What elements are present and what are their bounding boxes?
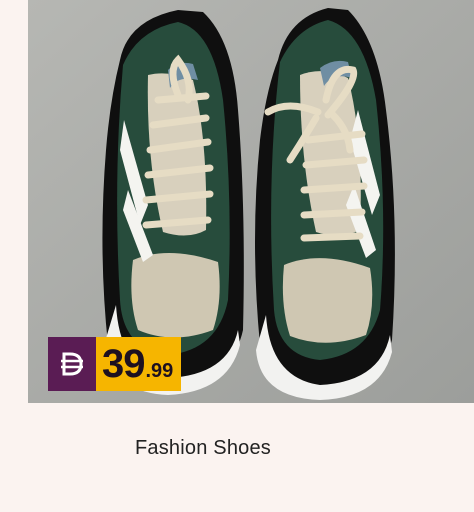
price-badge: 39 .99 xyxy=(48,337,182,391)
price-decimal: .99 xyxy=(145,360,174,382)
dirham-symbol-icon xyxy=(48,337,96,391)
price-integer: 39 xyxy=(102,342,145,386)
product-title[interactable]: Fashion Shoes xyxy=(0,437,406,460)
product-card[interactable]: 39 .99 Fashion Shoes xyxy=(0,0,474,512)
price-amount: 39 .99 xyxy=(96,337,182,391)
right-shoe xyxy=(255,8,395,400)
